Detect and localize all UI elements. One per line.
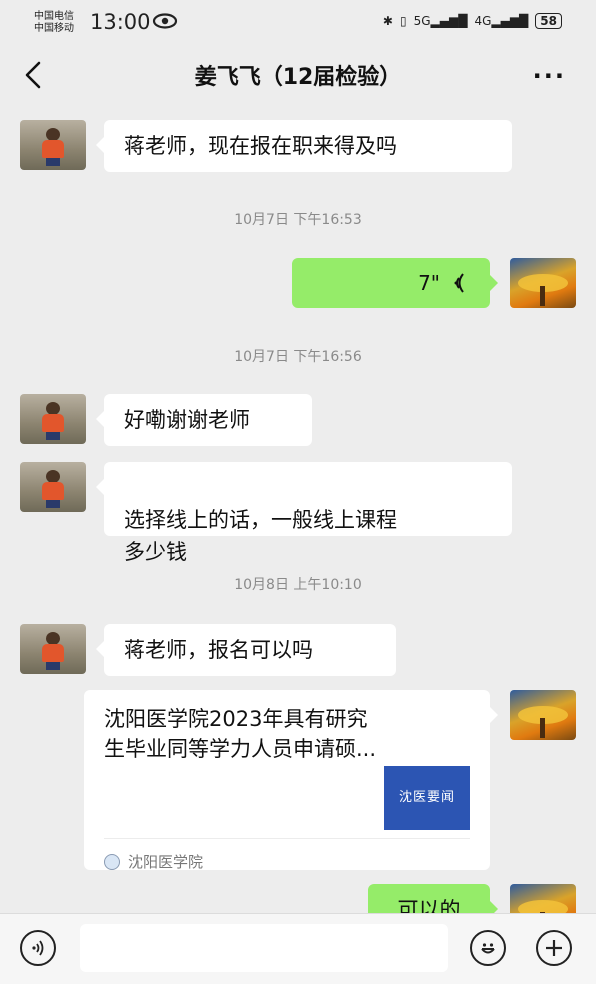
system-icons: ✱ ▯ 5G▂▄▆█ 4G▂▄▆█ 58 [383,13,562,29]
network-4g: 4G▂▄▆█ [474,14,529,28]
carrier-2: 中国移动 [34,23,74,34]
message-text: 选择线上的话，一般线上课程 多少钱 [124,508,397,564]
link-title: 沈阳医学院2023年具有研究 生毕业同等学力人员申请硕... [104,707,377,761]
bluetooth-icon: ✱ [382,14,393,28]
timestamp: 10月7日 下午16:53 [234,212,362,228]
emoji-icon[interactable] [470,930,506,966]
input-bar [0,913,596,984]
chat-title: 姜飞飞（12届检验） [194,65,402,90]
more-dots-icon[interactable]: ··· [533,62,566,90]
source-app-icon [104,854,120,870]
voice-duration: 7" [418,271,440,295]
message-input[interactable] [80,924,448,972]
incoming-message-bubble[interactable]: 蒋老师，报名可以吗 [96,624,396,676]
incoming-message-bubble[interactable]: 选择线上的话，一般线上课程 多少钱 [96,462,512,564]
link-card[interactable]: 沈阳医学院2023年具有研究 生毕业同等学力人员申请硕... 沈医要闻 沈阳医学… [84,690,498,871]
contact-avatar[interactable] [20,624,86,674]
contact-avatar[interactable] [20,120,86,170]
voice-mode-icon[interactable] [20,930,56,966]
network-5g: 5G▂▄▆█ [413,14,468,28]
link-thumbnail: 沈医要闻 [384,766,470,830]
message-text: 蒋老师，报名可以吗 [124,638,313,662]
message-text: 蒋老师，现在报在职来得及吗 [124,134,397,158]
eye-comfort-icon [152,13,178,29]
carrier-1: 中国电信 [34,11,74,22]
timestamp: 10月8日 上午10:10 [234,577,362,593]
message-text: 好嘞谢谢老师 [124,408,250,432]
carrier-labels: 中国电信 中国移动 [34,11,74,35]
link-divider [104,838,470,839]
incoming-message-bubble[interactable]: 好嘞谢谢老师 [96,394,312,446]
plus-icon[interactable] [536,930,572,966]
my-avatar[interactable] [510,690,576,740]
status-bar: 中国电信 中国移动 13:00 ✱ ▯ 5G▂▄▆█ 4G▂▄▆█ 58 [0,0,596,46]
chat-header: 姜飞飞（12届检验） ··· [0,46,596,104]
voice-wave-icon [454,273,464,293]
vibrate-icon: ▯ [399,14,407,28]
my-avatar[interactable] [510,258,576,308]
contact-avatar[interactable] [20,462,86,512]
timestamp: 10月7日 下午16:56 [234,349,362,365]
battery-indicator: 58 [535,13,562,29]
status-time: 13:00 [90,10,151,34]
voice-message-bubble[interactable]: 7" [292,258,498,308]
contact-avatar[interactable] [20,394,86,444]
link-source: 沈阳医学院 [104,846,203,878]
incoming-message-bubble[interactable]: 蒋老师，现在报在职来得及吗 [96,120,512,172]
link-thumb-text: 沈医要闻 [398,790,455,805]
link-source-name: 沈阳医学院 [128,853,204,871]
